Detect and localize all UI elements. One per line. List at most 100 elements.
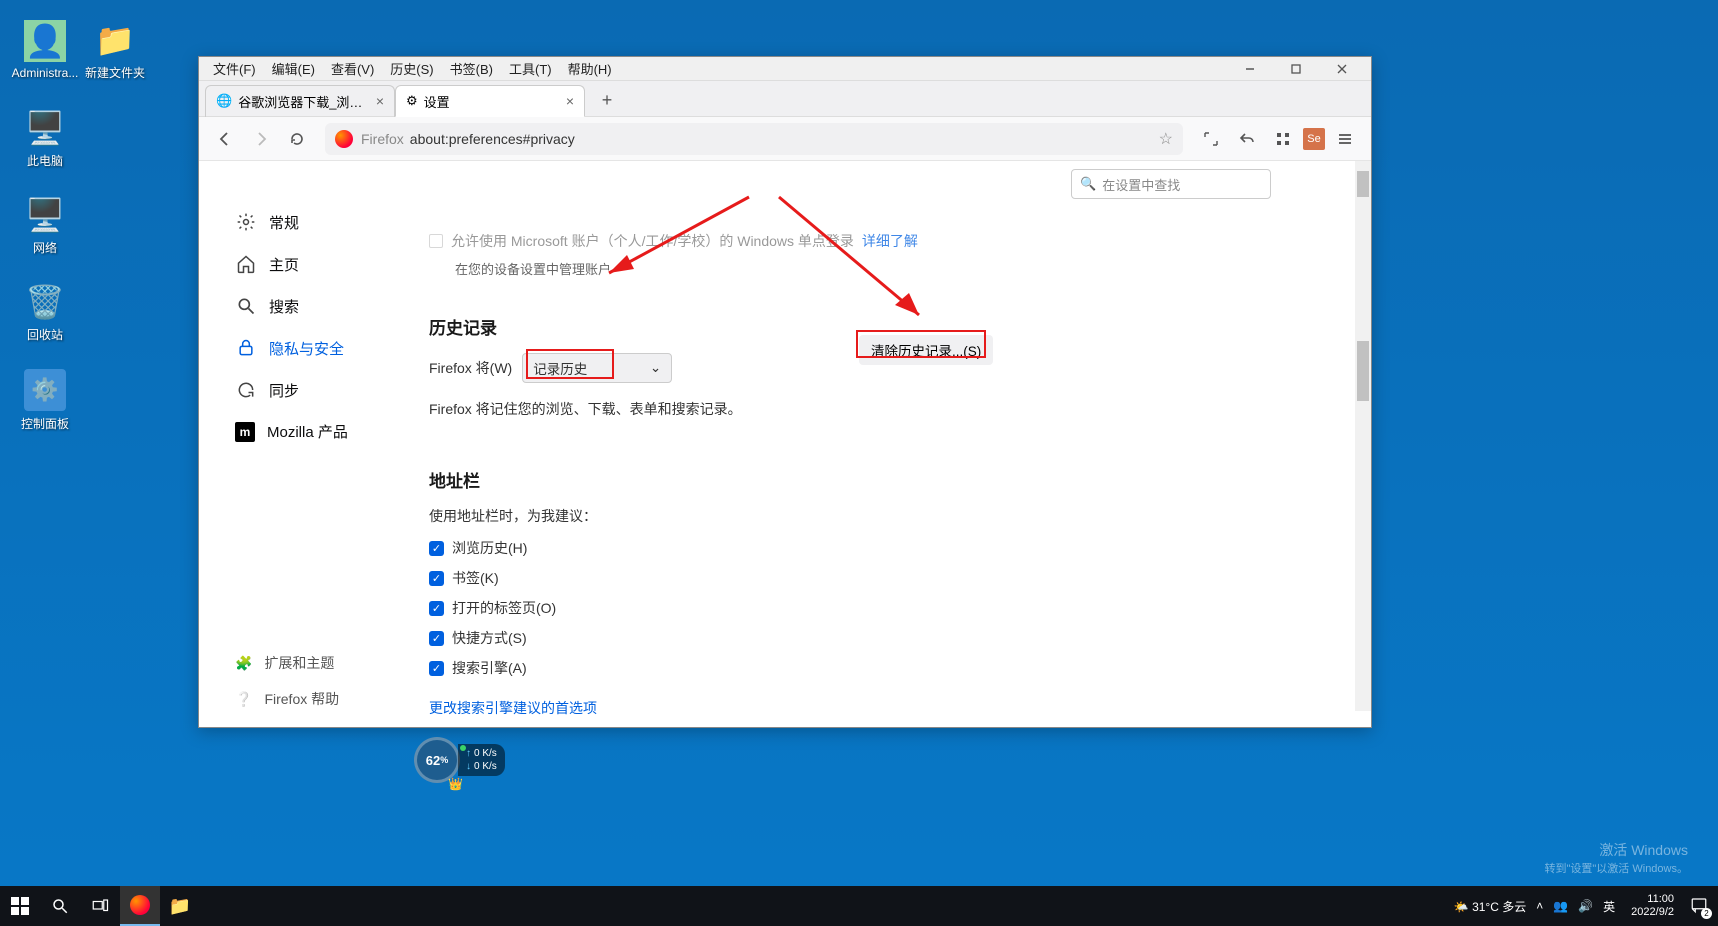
lock-icon: [235, 337, 257, 359]
settings-body: 常规 主页 搜索 隐私与安全 同步 m Mozilla 产品: [199, 161, 1371, 727]
sidebar-item-home[interactable]: 主页: [227, 243, 409, 285]
undo-icon[interactable]: [1231, 123, 1263, 155]
sidebar-extensions[interactable]: 🧩 扩展和主题: [227, 645, 409, 681]
crown-icon: 👑: [448, 777, 463, 791]
tray: 🌤️ 31°C 多云 ˄ 👥 🔊 英 11:00 2022/9/2 2: [1444, 893, 1718, 919]
desktop-icon-control-panel[interactable]: ⚙️ 控制面板: [10, 369, 80, 432]
checkbox-bookmarks[interactable]: ✓ 书签(K): [429, 568, 1311, 588]
checkbox-search-engines[interactable]: ✓ 搜索引擎(A): [429, 658, 1311, 678]
scrollbar-thumb[interactable]: [1357, 341, 1369, 401]
sidebar-item-mozilla[interactable]: m Mozilla 产品: [227, 411, 409, 452]
menu-help[interactable]: 帮助(H): [560, 57, 620, 80]
desktop-icon-admin[interactable]: 👤 Administra...: [10, 20, 80, 80]
desktop-icon-folder[interactable]: 📁 新建文件夹: [80, 20, 150, 81]
toolbar: Firefox about:preferences#privacy ☆ Se: [199, 117, 1371, 161]
tray-chevron-icon[interactable]: ˄: [1536, 899, 1543, 913]
tab-close-icon[interactable]: ×: [376, 93, 384, 109]
sidebar-item-sync[interactable]: 同步: [227, 369, 409, 411]
change-search-link[interactable]: 更改搜索引擎建议的首选项: [429, 698, 597, 718]
taskbar-firefox[interactable]: [120, 886, 160, 926]
gear-icon: ⚙: [406, 93, 418, 109]
url-prefix: Firefox: [361, 131, 404, 147]
sidebar-label: 主页: [269, 254, 299, 275]
maximize-button[interactable]: [1273, 58, 1319, 80]
menu-edit[interactable]: 编辑(E): [264, 57, 323, 80]
search-icon: 🔍: [1080, 176, 1096, 192]
truncated-sso-row: 允许使用 Microsoft 账户（个人/工作/学校）的 Windows 单点登…: [429, 231, 1311, 251]
taskbar-explorer[interactable]: 📁: [160, 886, 200, 926]
window-controls: [1227, 58, 1365, 80]
reload-button[interactable]: [281, 123, 313, 155]
minimize-button[interactable]: [1227, 58, 1273, 80]
menu-file[interactable]: 文件(F): [205, 57, 264, 80]
sidebar-item-privacy[interactable]: 隐私与安全: [227, 327, 409, 369]
menu-history[interactable]: 历史(S): [382, 57, 441, 80]
addressbar-sub: 使用地址栏时，为我建议：: [429, 506, 1311, 526]
new-tab-button[interactable]: +: [593, 87, 621, 115]
notification-button[interactable]: 2: [1690, 896, 1708, 917]
learn-more-link[interactable]: 详细了解: [862, 231, 918, 251]
menu-bookmarks[interactable]: 书签(B): [442, 57, 501, 80]
menu-view[interactable]: 查看(V): [323, 57, 382, 80]
folder-icon: 📁: [95, 20, 135, 60]
forward-button[interactable]: [245, 123, 277, 155]
sidebar-item-general[interactable]: 常规: [227, 201, 409, 243]
gear-icon: [235, 211, 257, 233]
close-button[interactable]: [1319, 58, 1365, 80]
selenium-icon[interactable]: Se: [1303, 128, 1325, 150]
scrollbar-thumb[interactable]: [1357, 171, 1369, 197]
sidebar-help[interactable]: ❔ Firefox 帮助: [227, 681, 409, 717]
user-icon: 👤: [24, 20, 66, 62]
recycle-bin-icon: 🗑️: [25, 282, 65, 322]
settings-content: 🔍 在设置中查找 允许使用 Microsoft 账户（个人/工作/学校）的 Wi…: [409, 161, 1371, 727]
desktop-icon-recycle[interactable]: 🗑️ 回收站: [10, 282, 80, 343]
arrow-up-icon: ↑: [466, 747, 471, 760]
firefox-icon: [335, 130, 353, 148]
settings-sidebar: 常规 主页 搜索 隐私与安全 同步 m Mozilla 产品: [199, 161, 409, 727]
sidebar-item-search[interactable]: 搜索: [227, 285, 409, 327]
tray-volume-icon[interactable]: 🔊: [1578, 899, 1593, 913]
urlbar[interactable]: Firefox about:preferences#privacy ☆: [325, 123, 1183, 155]
screenshot-icon[interactable]: [1195, 123, 1227, 155]
clear-history-button[interactable]: 清除历史记录...(S): [859, 335, 993, 365]
sidebar-label: 同步: [269, 380, 299, 401]
apps-grid-icon[interactable]: [1267, 123, 1299, 155]
desktop-icon-thispc[interactable]: 🖥️ 此电脑: [10, 108, 80, 169]
weather-widget[interactable]: 🌤️ 31°C 多云: [1454, 898, 1526, 915]
checkbox-shortcuts[interactable]: ✓ 快捷方式(S): [429, 628, 1311, 648]
checkbox-checked-icon: ✓: [429, 571, 444, 586]
netspeed-widget[interactable]: 62% ↑0 K/s ↓0 K/s 👑: [414, 737, 505, 783]
bookmark-star-icon[interactable]: ☆: [1159, 129, 1173, 149]
sidebar-label: 常规: [269, 212, 299, 233]
start-button[interactable]: [0, 886, 40, 926]
checkbox-checked-icon: ✓: [429, 541, 444, 556]
hamburger-menu-icon[interactable]: [1329, 123, 1361, 155]
checkbox-icon[interactable]: [429, 234, 443, 248]
tab-settings[interactable]: ⚙ 设置 ×: [395, 85, 585, 117]
settings-search-input[interactable]: 🔍 在设置中查找: [1071, 169, 1271, 199]
tab-close-icon[interactable]: ×: [566, 93, 574, 109]
status-dot-icon: [460, 745, 466, 751]
search-placeholder: 在设置中查找: [1102, 175, 1180, 194]
tray-people-icon[interactable]: 👥: [1553, 899, 1568, 913]
tray-clock[interactable]: 11:00 2022/9/2: [1631, 893, 1674, 919]
desktop-icon-network[interactable]: 🖥️ 网络: [10, 195, 80, 256]
arrow-down-icon: ↓: [466, 760, 471, 773]
menu-tools[interactable]: 工具(T): [501, 57, 560, 80]
history-mode-dropdown[interactable]: 记录历史 ⌄: [522, 353, 672, 383]
tray-ime[interactable]: 英: [1603, 898, 1615, 915]
checkbox-open-tabs[interactable]: ✓ 打开的标签页(O): [429, 598, 1311, 618]
firefox-icon: [130, 895, 150, 915]
puzzle-icon: 🧩: [235, 655, 252, 672]
network-icon: 🖥️: [25, 195, 65, 235]
tab-chrome-download[interactable]: 🌐 谷歌浏览器下载_浏览器官网入口 ×: [205, 85, 395, 117]
sync-icon: [235, 379, 257, 401]
sub-note: 在您的设备设置中管理账户: [455, 259, 1311, 278]
back-button[interactable]: [209, 123, 241, 155]
addressbar-section-title: 地址栏: [429, 467, 1311, 492]
checkbox-browsing-history[interactable]: ✓ 浏览历史(H): [429, 538, 1311, 558]
scrollbar-track[interactable]: [1355, 161, 1371, 711]
search-button[interactable]: [40, 886, 80, 926]
activate-windows-watermark: 激活 Windows 转到"设置"以激活 Windows。: [1545, 840, 1689, 876]
taskview-button[interactable]: [80, 886, 120, 926]
